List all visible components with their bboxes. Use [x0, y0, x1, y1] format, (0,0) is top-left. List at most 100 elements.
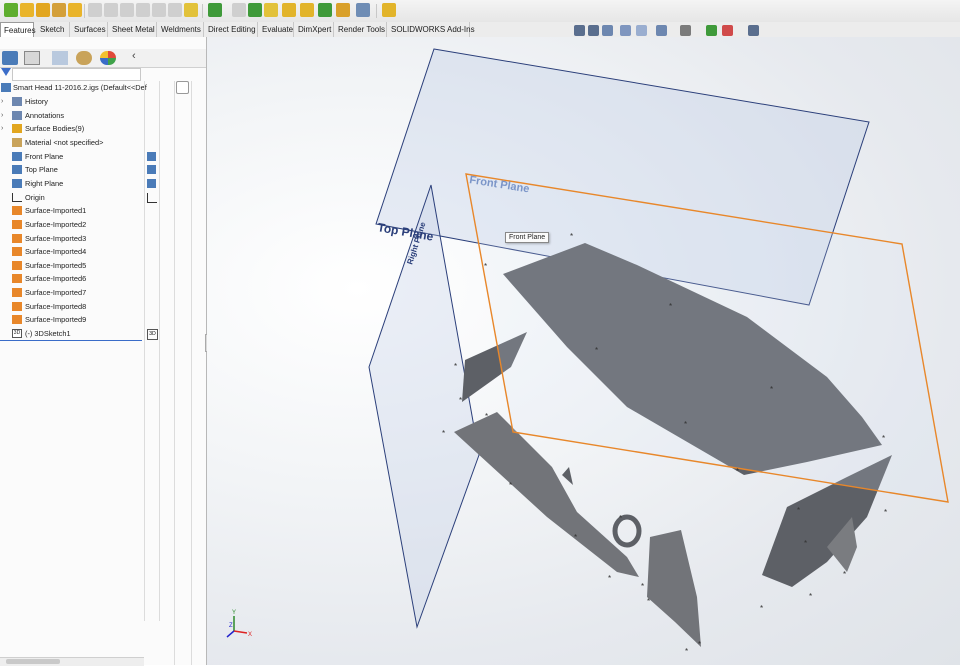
collapse-panel-icon[interactable]: ‹: [132, 50, 136, 62]
rollback-bar[interactable]: [0, 340, 142, 342]
surface-imported-icon: [12, 288, 22, 298]
tab-sheet-metal[interactable]: Sheet Metal: [109, 22, 157, 37]
plane-visibility-icon[interactable]: [147, 178, 156, 188]
save-icon[interactable]: [36, 3, 50, 17]
plane-icon: [12, 178, 22, 188]
zoom-to-area-icon[interactable]: [588, 25, 599, 36]
tree-item-surface-imported5[interactable]: Surface-Imported5: [0, 259, 160, 272]
wrap-icon[interactable]: [336, 3, 350, 17]
chamfer-icon[interactable]: [168, 3, 182, 17]
triad-x-label: X: [248, 632, 252, 638]
edit-appearance-icon[interactable]: [722, 25, 733, 36]
extrude-boss-icon[interactable]: [68, 3, 82, 17]
configurationmanager-tab-icon[interactable]: [52, 51, 68, 65]
expand-arrow-icon[interactable]: ›: [1, 95, 3, 108]
intersect-icon[interactable]: [264, 3, 278, 17]
surface-imported-sliver[interactable]: [562, 467, 573, 485]
sketch-badge-icon[interactable]: 3D: [147, 329, 158, 341]
zoom-to-fit-icon[interactable]: [574, 25, 585, 36]
tree-root-label: Smart Head 11-2016.2.igs (Default<<Def: [13, 83, 147, 92]
move-copy-icon[interactable]: [248, 3, 262, 17]
open-icon[interactable]: [20, 3, 34, 17]
view-orientation-icon[interactable]: [656, 25, 667, 36]
tree-item-annotations[interactable]: › Annotations: [0, 109, 160, 122]
tree-item-surface-imported3[interactable]: Surface-Imported3: [0, 232, 160, 245]
view-settings-icon[interactable]: [748, 25, 759, 36]
plane-visibility-icon[interactable]: [147, 165, 156, 175]
tree-item-surface-imported1[interactable]: Surface-Imported1: [0, 204, 160, 217]
plane-icon: [12, 151, 22, 161]
displaymanager-tab-icon[interactable]: [100, 51, 116, 65]
tree-item-surface-bodies-9[interactable]: › Surface Bodies(9): [0, 122, 160, 135]
tree-item-surface-imported6[interactable]: Surface-Imported6: [0, 272, 160, 285]
reference-geometry-icon[interactable]: [282, 3, 296, 17]
instant3d-icon[interactable]: [318, 3, 332, 17]
expand-arrow-icon[interactable]: ›: [1, 109, 3, 122]
tab-sketch[interactable]: Sketch: [37, 22, 70, 37]
tree-item-label: Surface-Imported7: [25, 288, 87, 298]
dynamic-annotation-icon[interactable]: [636, 25, 647, 36]
svg-text:*: *: [619, 514, 622, 523]
mirror-icon[interactable]: [232, 3, 246, 17]
tree-item-label: Right Plane: [25, 178, 64, 188]
tree-item-material-not-specified[interactable]: Material <not specified>: [0, 136, 160, 149]
svg-text:*: *: [760, 604, 763, 613]
hide-show-items-icon[interactable]: [706, 25, 717, 36]
tree-item-surface-imported4[interactable]: Surface-Imported4: [0, 245, 160, 258]
dimxpertmanager-tab-icon[interactable]: [76, 51, 92, 65]
tree-root-part[interactable]: Smart Head 11-2016.2.igs (Default<<Def: [0, 81, 160, 94]
featuremanager-tab-icon[interactable]: [2, 51, 18, 65]
loft-icon[interactable]: [120, 3, 134, 17]
origin-visibility-icon[interactable]: [147, 192, 157, 203]
display-style-icon[interactable]: [680, 25, 691, 36]
revolve-icon[interactable]: [88, 3, 102, 17]
tab-direct-editing[interactable]: Direct Editing: [205, 22, 258, 37]
surface-imported-bottom[interactable]: [647, 530, 701, 647]
tree-item-3dsketch1[interactable]: (-) 3DSketch1: [0, 327, 160, 342]
tree-item-history[interactable]: › History: [0, 95, 160, 108]
propertymanager-tab-icon[interactable]: [24, 51, 40, 65]
tab-surfaces[interactable]: Surfaces: [71, 22, 108, 37]
tree-item-origin[interactable]: Origin: [0, 191, 160, 204]
plane-visibility-icon[interactable]: [147, 151, 156, 161]
tree-item-surface-imported9[interactable]: Surface-Imported9: [0, 313, 160, 326]
tab-solidworks-add-ins[interactable]: SOLIDWORKS Add-Ins: [388, 22, 475, 37]
surface-imported-icon: [12, 219, 22, 229]
tree-item-top-plane[interactable]: Top Plane: [0, 163, 160, 176]
print-icon[interactable]: [52, 3, 66, 17]
plane-icon: [12, 165, 22, 175]
sweep-icon[interactable]: [104, 3, 118, 17]
graphics-viewport[interactable]: * * * * * * * * * * * * * * * * * * * * * * * * * * Front…: [207, 37, 960, 665]
tree-item-right-plane[interactable]: Right Plane: [0, 177, 160, 190]
scrollbar-thumb[interactable]: [6, 659, 60, 664]
cut-icon[interactable]: [136, 3, 150, 17]
fillet-icon[interactable]: [152, 3, 166, 17]
history-icon: [12, 97, 22, 106]
appearance-swatch[interactable]: [176, 81, 189, 94]
shell-icon[interactable]: [184, 3, 198, 17]
svg-text:*: *: [485, 412, 488, 421]
rapid-sketch-icon[interactable]: [382, 3, 396, 17]
appearance-column: [174, 81, 192, 665]
filter-icon[interactable]: [1, 68, 11, 76]
tab-evaluate[interactable]: Evaluate: [259, 22, 294, 37]
front-plane[interactable]: [465, 173, 949, 503]
tree-item-surface-imported2[interactable]: Surface-Imported2: [0, 218, 160, 231]
tab-features[interactable]: Features: [0, 22, 36, 37]
tree-item-surface-imported7[interactable]: Surface-Imported7: [0, 286, 160, 299]
tree-item-front-plane[interactable]: Front Plane: [0, 150, 160, 163]
previous-view-icon[interactable]: [602, 25, 613, 36]
pattern-icon[interactable]: [208, 3, 222, 17]
tree-item-surface-imported8[interactable]: Surface-Imported8: [0, 300, 160, 313]
new-document-icon[interactable]: [4, 3, 18, 17]
curves-icon[interactable]: [300, 3, 314, 17]
tab-weldments[interactable]: Weldments: [158, 22, 204, 37]
tab-dimxpert[interactable]: DimXpert: [295, 22, 334, 37]
expand-arrow-icon[interactable]: ›: [1, 122, 3, 135]
toolbar-separator: [376, 4, 377, 18]
right-plane[interactable]: [368, 184, 480, 629]
section-view-icon[interactable]: [620, 25, 631, 36]
tab-render-tools[interactable]: Render Tools: [335, 22, 387, 37]
curve-through-points-icon[interactable]: [356, 3, 370, 17]
filter-input[interactable]: [12, 68, 141, 81]
